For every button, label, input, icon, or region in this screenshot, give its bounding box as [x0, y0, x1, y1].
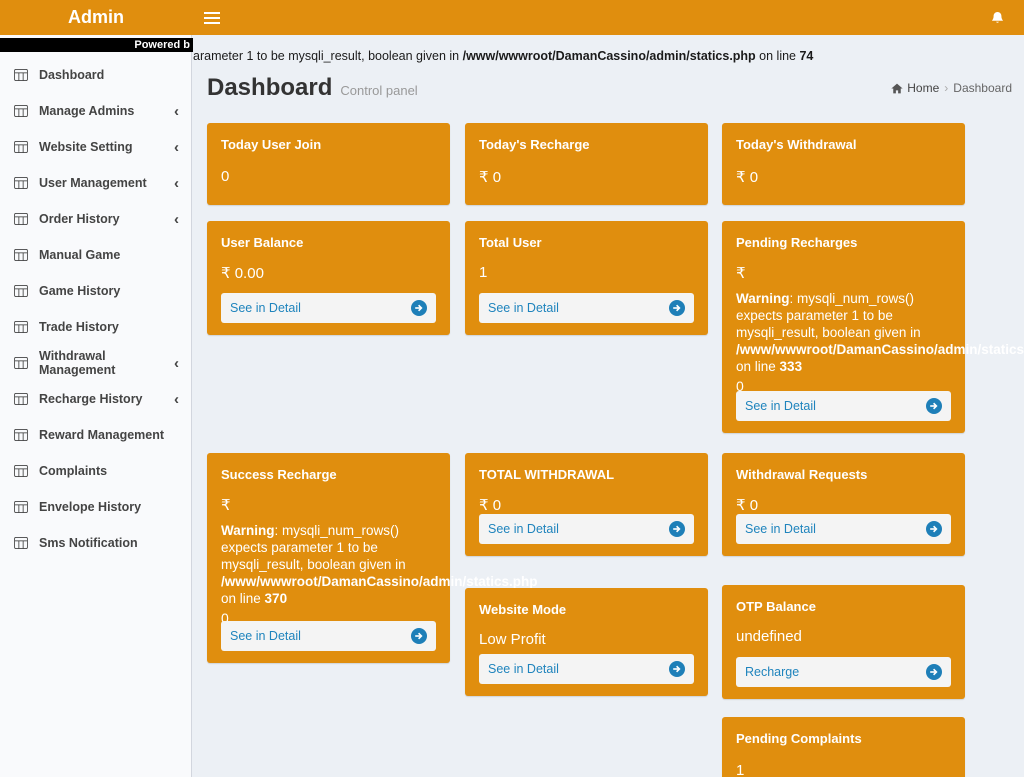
- chevron-left-icon: ‹: [174, 211, 179, 228]
- arrow-circle-right-icon: [411, 628, 427, 644]
- table-icon: [14, 393, 30, 405]
- breadcrumb-home-link[interactable]: Home: [891, 81, 939, 95]
- sidebar-item-game-history[interactable]: Game History: [0, 273, 191, 309]
- sidebar-item-trade-history[interactable]: Trade History: [0, 309, 191, 345]
- card-todays-recharge: Today's Recharge ₹ 0: [465, 123, 708, 205]
- table-icon: [14, 249, 30, 261]
- sidebar-toggle-button[interactable]: [192, 0, 232, 35]
- table-icon: [14, 213, 30, 225]
- sidebar-item-recharge-history[interactable]: Recharge History ‹: [0, 381, 191, 417]
- table-icon: [14, 501, 30, 513]
- see-in-detail-button[interactable]: See in Detail: [479, 293, 694, 323]
- breadcrumb-current: Dashboard: [953, 81, 1012, 95]
- table-icon: [14, 285, 30, 297]
- see-in-detail-button[interactable]: See in Detail: [736, 514, 951, 544]
- arrow-circle-right-icon: [669, 300, 685, 316]
- card-pending-recharges: Pending Recharges ₹ Warning: mysqli_num_…: [722, 221, 965, 433]
- table-icon: [14, 465, 30, 477]
- sidebar-item-envelope-history[interactable]: Envelope History: [0, 489, 191, 525]
- chevron-left-icon: ‹: [174, 139, 179, 156]
- notifications-icon[interactable]: [982, 0, 1012, 35]
- arrow-circle-right-icon: [669, 521, 685, 537]
- sidebar-item-user-management[interactable]: User Management ‹: [0, 165, 191, 201]
- sidebar-item-complaints[interactable]: Complaints: [0, 453, 191, 489]
- card-otp-balance: OTP Balance undefined Recharge: [722, 585, 965, 699]
- recharge-button[interactable]: Recharge: [736, 657, 951, 687]
- sidebar-item-manage-admins[interactable]: Manage Admins ‹: [0, 93, 191, 129]
- sidebar-item-sms-notification[interactable]: Sms Notification: [0, 525, 191, 561]
- powered-banner: Powered b: [0, 38, 193, 52]
- card-total-user: Total User 1 See in Detail: [465, 221, 708, 335]
- table-icon: [14, 429, 30, 441]
- breadcrumb-separator: ›: [944, 81, 948, 95]
- see-in-detail-button[interactable]: See in Detail: [479, 654, 694, 684]
- php-warning-card: Warning: mysqli_num_rows() expects param…: [221, 522, 436, 607]
- card-success-recharge: Success Recharge ₹ Warning: mysqli_num_r…: [207, 453, 450, 663]
- navbar-right: [982, 0, 1024, 35]
- chevron-left-icon: ‹: [174, 175, 179, 192]
- sidebar-item-dashboard[interactable]: Dashboard: [0, 57, 191, 93]
- see-in-detail-button[interactable]: See in Detail: [479, 514, 694, 544]
- see-in-detail-button[interactable]: See in Detail: [221, 293, 436, 323]
- chevron-left-icon: ‹: [174, 391, 179, 408]
- content-header: Dashboard Control panel Home › Dashboard: [192, 63, 1024, 102]
- see-in-detail-button[interactable]: See in Detail: [736, 391, 951, 421]
- card-pending-complaints: Pending Complaints 1: [722, 717, 965, 777]
- hamburger-icon: [204, 12, 220, 14]
- php-warning-card: Warning: mysqli_num_rows() expects param…: [736, 290, 951, 375]
- table-icon: [14, 177, 30, 189]
- chevron-left-icon: ‹: [174, 103, 179, 120]
- sidebar-menu: Dashboard Manage Admins ‹ Website Settin…: [0, 35, 191, 561]
- chevron-left-icon: ‹: [174, 355, 179, 372]
- card-user-balance: User Balance ₹ 0.00 See in Detail: [207, 221, 450, 335]
- sidebar-item-reward-management[interactable]: Reward Management: [0, 417, 191, 453]
- breadcrumb: Home › Dashboard: [891, 81, 1012, 95]
- card-today-user-join: Today User Join 0: [207, 123, 450, 205]
- table-icon: [14, 357, 30, 369]
- arrow-circle-right-icon: [926, 664, 942, 680]
- sidebar-item-withdrawal-management[interactable]: Withdrawal Management ‹: [0, 345, 191, 381]
- php-warning-top: arameter 1 to be mysqli_result, boolean …: [192, 35, 1024, 63]
- card-todays-withdrawal: Today's Withdrawal ₹ 0: [722, 123, 965, 205]
- main-content: arameter 1 to be mysqli_result, boolean …: [192, 35, 1024, 777]
- card-withdrawal-requests: Withdrawal Requests ₹ 0 See in Detail: [722, 453, 965, 556]
- table-icon: [14, 141, 30, 153]
- arrow-circle-right-icon: [669, 661, 685, 677]
- arrow-circle-right-icon: [411, 300, 427, 316]
- sidebar-item-website-setting[interactable]: Website Setting ‹: [0, 129, 191, 165]
- page-title: Dashboard: [207, 74, 332, 102]
- page-subtitle: Control panel: [340, 83, 417, 98]
- sidebar-item-order-history[interactable]: Order History ‹: [0, 201, 191, 237]
- table-icon: [14, 69, 30, 81]
- top-navbar: Admin: [0, 0, 1024, 35]
- brand-logo[interactable]: Admin: [0, 0, 192, 35]
- sidebar: Powered b Dashboard Manage Admins ‹ Webs…: [0, 35, 192, 777]
- table-icon: [14, 537, 30, 549]
- arrow-circle-right-icon: [926, 398, 942, 414]
- table-icon: [14, 321, 30, 333]
- arrow-circle-right-icon: [926, 521, 942, 537]
- see-in-detail-button[interactable]: See in Detail: [221, 621, 436, 651]
- sidebar-item-manual-game[interactable]: Manual Game: [0, 237, 191, 273]
- table-icon: [14, 105, 30, 117]
- home-icon: [891, 83, 903, 94]
- card-total-withdrawal: TOTAL WITHDRAWAL ₹ 0 See in Detail: [465, 453, 708, 556]
- card-website-mode: Website Mode Low Profit See in Detail: [465, 588, 708, 696]
